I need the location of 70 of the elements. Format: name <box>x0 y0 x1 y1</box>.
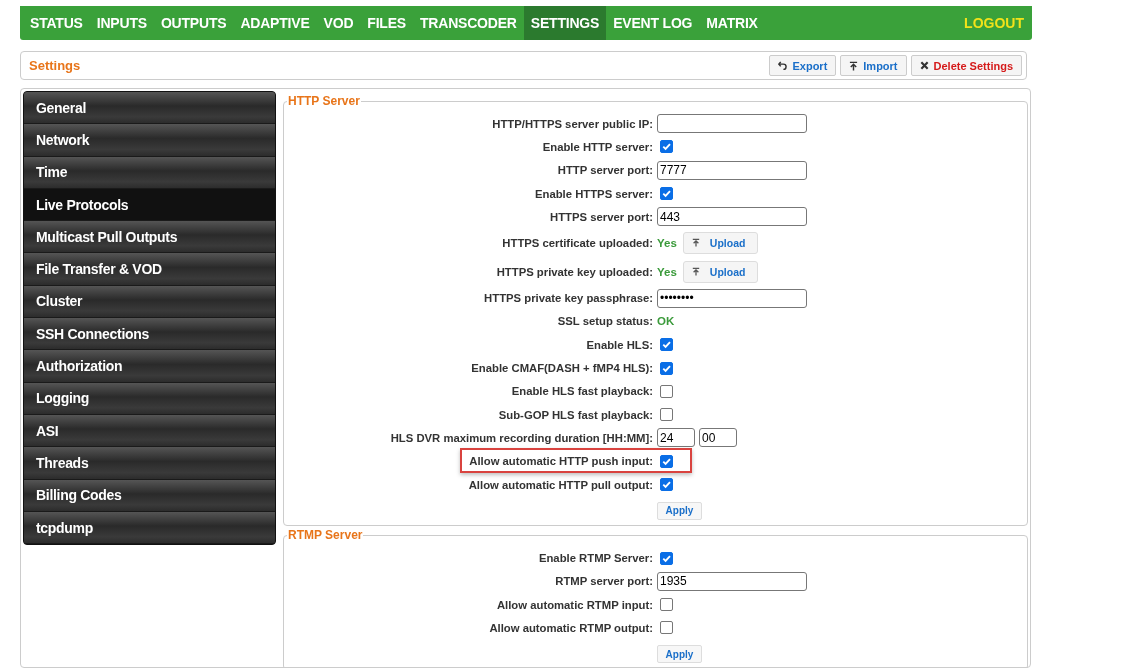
delete-button[interactable]: Delete Settings <box>910 55 1022 76</box>
undo-arrow-icon <box>778 61 788 70</box>
field-label: Allow automatic HTTP pull output: <box>467 478 653 491</box>
apply-button[interactable]: Apply <box>657 645 702 664</box>
field-label: Allow automatic RTMP input: <box>495 598 653 611</box>
field-label: HTTPS private key passphrase: <box>483 292 653 305</box>
field-label: Allow automatic HTTP push input: <box>468 455 653 468</box>
sidebar-item[interactable]: Logging <box>24 382 275 415</box>
sidebar-item[interactable]: Network <box>24 124 275 157</box>
sidebar-item[interactable]: File Transfer & VOD <box>24 253 275 286</box>
field-label: HLS DVR maximum recording duration [HH:MM]: <box>389 431 653 444</box>
field-label: HTTP server port: <box>556 164 653 177</box>
field-label: RTMP server port: <box>554 575 653 588</box>
sidebar-item[interactable]: ASI <box>24 414 275 448</box>
input-field[interactable] <box>657 114 807 134</box>
field-label: Enable RTMP Server: <box>537 552 653 565</box>
checkbox[interactable] <box>660 338 673 352</box>
checkbox[interactable] <box>660 551 673 565</box>
field-label: Enable HTTP server: <box>541 140 653 153</box>
field-label: Enable HLS fast playback: <box>510 385 653 398</box>
sidebar-item[interactable]: SSH Connections <box>24 318 275 351</box>
upload-icon <box>849 60 859 71</box>
field-label: HTTP/HTTPS server public IP: <box>491 117 653 130</box>
close-icon <box>919 61 929 70</box>
field-label: SSL setup status: <box>556 315 653 328</box>
checkbox[interactable] <box>660 361 673 375</box>
upload-icon <box>691 267 700 277</box>
upload-icon <box>691 238 700 248</box>
checkbox[interactable] <box>660 384 673 398</box>
sidebar-item[interactable]: Multicast Pull Outputs <box>24 221 275 254</box>
status-text: Yes <box>657 266 677 278</box>
sidebar-item[interactable]: Cluster <box>24 285 275 319</box>
input-field[interactable]: 443 <box>657 207 807 227</box>
field-label: Allow automatic RTMP output: <box>488 622 653 634</box>
hours-field[interactable]: 24 <box>657 428 695 448</box>
status-text: Yes <box>657 237 677 249</box>
input-field[interactable]: •••••••• <box>657 288 807 308</box>
upload-button[interactable]: Upload <box>682 232 759 254</box>
checkbox[interactable] <box>660 187 673 201</box>
status-text: OK <box>657 315 675 328</box>
export-button[interactable]: Export <box>769 55 837 76</box>
field-label: Sub-GOP HLS fast playback: <box>497 408 653 421</box>
checkbox[interactable] <box>660 598 673 612</box>
sidebar-item[interactable]: Billing Codes <box>24 479 275 512</box>
field-label: HTTPS server port: <box>549 210 653 223</box>
checkbox[interactable] <box>660 140 673 154</box>
page-title: Settings <box>29 58 81 73</box>
sidebar-item[interactable]: Live Protocols <box>24 188 275 222</box>
sidebar-item[interactable]: tcpdump <box>24 511 275 545</box>
field-label: Enable HTTPS server: <box>533 187 653 200</box>
upload-button[interactable]: Upload <box>682 261 759 283</box>
sidebar-item[interactable]: Authorization <box>24 350 275 383</box>
checkbox[interactable] <box>660 478 673 491</box>
field-label: Enable HLS: <box>585 338 653 351</box>
field-label: HTTPS private key uploaded: <box>495 266 653 278</box>
input-field[interactable]: 1935 <box>657 571 807 591</box>
checkbox[interactable] <box>660 454 673 468</box>
sidebar-item[interactable]: Threads <box>24 447 275 480</box>
field-label: Enable CMAF(DASH + fMP4 HLS): <box>470 362 653 374</box>
sidebar-item[interactable]: General <box>24 92 275 125</box>
apply-button[interactable]: Apply <box>657 501 702 520</box>
checkbox[interactable] <box>660 621 673 635</box>
import-button[interactable]: Import <box>840 55 907 76</box>
input-field[interactable]: 7777 <box>657 160 807 180</box>
sidebar-item[interactable]: Time <box>24 156 275 189</box>
checkbox[interactable] <box>660 408 673 422</box>
nav-tab[interactable]: SETTINGS <box>523 6 607 40</box>
field-label: HTTPS certificate uploaded: <box>501 237 653 249</box>
minutes-field[interactable]: 00 <box>699 428 737 448</box>
group-title: HTTP Server <box>287 94 361 108</box>
